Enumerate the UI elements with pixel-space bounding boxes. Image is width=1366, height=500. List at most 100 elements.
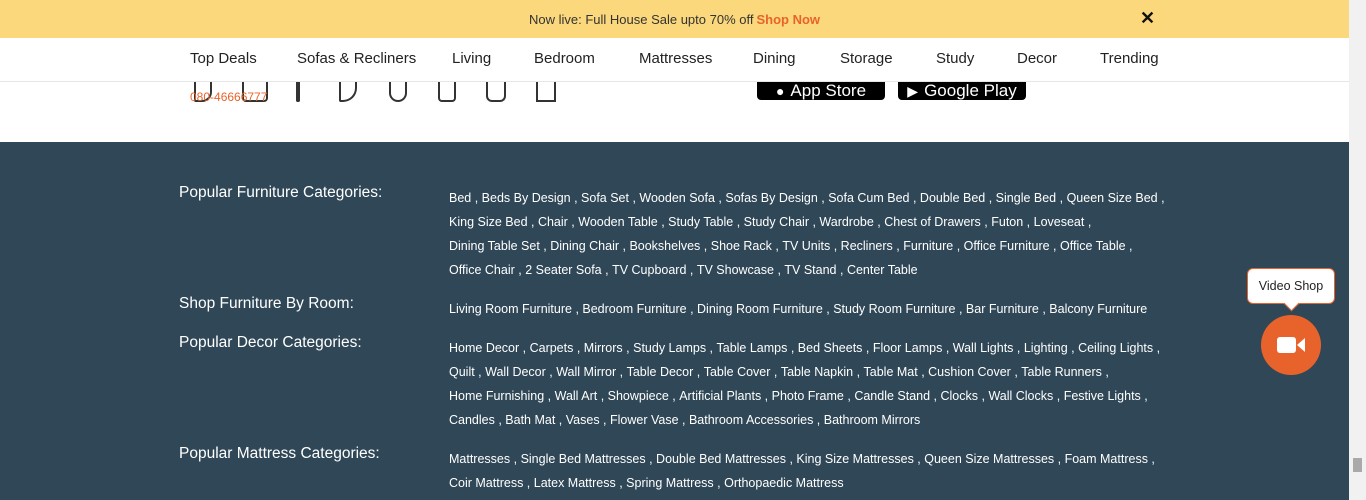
footer-link[interactable]: 2 Seater Sofa xyxy=(525,263,601,277)
footer-link[interactable]: Study Room Furniture xyxy=(833,302,955,316)
footer-link[interactable]: Candles xyxy=(449,413,495,427)
scrollbar-thumb[interactable] xyxy=(1353,458,1362,472)
footer-link[interactable]: Vases xyxy=(566,413,600,427)
footer-link[interactable]: Mattresses xyxy=(449,452,510,466)
footer-link[interactable]: Office Table xyxy=(1060,239,1126,253)
footer-link[interactable]: King Size Mattresses xyxy=(796,452,913,466)
footer-link[interactable]: Study Lamps xyxy=(633,341,706,355)
footer-link[interactable]: Single Bed Mattresses xyxy=(521,452,646,466)
video-shop-tooltip[interactable]: Video Shop xyxy=(1247,268,1335,304)
youtube-icon[interactable] xyxy=(438,82,456,102)
footer-link[interactable]: Queen Size Bed xyxy=(1067,191,1158,205)
nav-item-top-deals[interactable]: Top Deals xyxy=(190,50,257,67)
footer-link[interactable]: Sofa Set xyxy=(581,191,629,205)
footer-link[interactable]: Wooden Sofa xyxy=(639,191,715,205)
footer-link[interactable]: Dining Table Set xyxy=(449,239,540,253)
footer-link[interactable]: King Size Bed xyxy=(449,215,528,229)
page-scrollbar[interactable] xyxy=(1349,0,1366,500)
footer-link[interactable]: TV Units xyxy=(782,239,830,253)
footer-link[interactable]: TV Cupboard xyxy=(612,263,686,277)
footer-link[interactable]: Chair xyxy=(538,215,568,229)
footer-link[interactable]: Latex Mattress xyxy=(534,476,616,490)
footer-link[interactable]: Double Bed xyxy=(920,191,985,205)
footer-link[interactable]: TV Showcase xyxy=(697,263,774,277)
footer-link[interactable]: Table Cover xyxy=(704,365,771,379)
footer-link[interactable]: Showpiece xyxy=(608,389,669,403)
footer-link[interactable]: Queen Size Mattresses xyxy=(924,452,1054,466)
footer-link[interactable]: Flower Vase xyxy=(610,413,679,427)
footer-link[interactable]: Artificial Plants xyxy=(679,389,761,403)
video-shop-button[interactable] xyxy=(1261,315,1321,375)
footer-link[interactable]: Sofa Cum Bed xyxy=(828,191,909,205)
footer-link[interactable]: Ceiling Lights xyxy=(1078,341,1153,355)
footer-link[interactable]: Clocks xyxy=(941,389,979,403)
footer-link[interactable]: Office Furniture xyxy=(964,239,1050,253)
google-play-button[interactable]: ▶ Google Play xyxy=(898,82,1026,100)
footer-link[interactable]: Spring Mattress xyxy=(626,476,714,490)
nav-item-living[interactable]: Living xyxy=(452,50,491,67)
footer-link[interactable]: Foam Mattress xyxy=(1065,452,1148,466)
footer-link[interactable]: Dining Chair xyxy=(550,239,619,253)
footer-link[interactable]: Wardrobe xyxy=(819,215,873,229)
footer-link[interactable]: Recliners xyxy=(841,239,893,253)
nav-item-storage[interactable]: Storage xyxy=(840,50,893,67)
footer-link[interactable]: Wall Decor xyxy=(485,365,546,379)
footer-link[interactable]: Table Runners xyxy=(1021,365,1102,379)
footer-link[interactable]: Loveseat xyxy=(1034,215,1085,229)
facebook-icon[interactable] xyxy=(296,82,300,102)
footer-link[interactable]: Double Bed Mattresses xyxy=(656,452,786,466)
nav-item-decor[interactable]: Decor xyxy=(1017,50,1057,67)
nav-item-trending[interactable]: Trending xyxy=(1100,50,1159,67)
instagram-icon[interactable] xyxy=(486,82,506,102)
footer-link[interactable]: Wall Clocks xyxy=(988,389,1053,403)
footer-link[interactable]: Carpets xyxy=(530,341,574,355)
footer-link[interactable]: Office Chair xyxy=(449,263,515,277)
footer-link[interactable]: Balcony Furniture xyxy=(1049,302,1147,316)
footer-link[interactable]: Chest of Drawers xyxy=(884,215,981,229)
footer-link[interactable]: Bathroom Accessories xyxy=(689,413,813,427)
linkedin-icon[interactable] xyxy=(536,82,556,102)
footer-link[interactable]: Wall Art xyxy=(555,389,598,403)
footer-link[interactable]: Photo Frame xyxy=(772,389,844,403)
footer-link[interactable]: Lighting xyxy=(1024,341,1068,355)
footer-link[interactable]: Table Mat xyxy=(864,365,918,379)
footer-link[interactable]: Futon xyxy=(991,215,1023,229)
footer-link[interactable]: Table Napkin xyxy=(781,365,853,379)
footer-link[interactable]: Bath Mat xyxy=(505,413,555,427)
footer-link[interactable]: Sofas By Design xyxy=(725,191,817,205)
footer-link[interactable]: Candle Stand xyxy=(854,389,930,403)
nav-item-dining[interactable]: Dining xyxy=(753,50,796,67)
footer-link[interactable]: Table Decor xyxy=(627,365,694,379)
footer-link[interactable]: Study Chair xyxy=(744,215,809,229)
app-store-button[interactable]: ● App Store xyxy=(757,82,885,100)
footer-link[interactable]: Coir Mattress xyxy=(449,476,523,490)
footer-link[interactable]: Furniture xyxy=(903,239,953,253)
footer-link[interactable]: Shoe Rack xyxy=(711,239,772,253)
footer-link[interactable]: Bedroom Furniture xyxy=(582,302,686,316)
footer-link[interactable]: TV Stand xyxy=(784,263,836,277)
footer-link[interactable]: Bookshelves xyxy=(629,239,700,253)
footer-link[interactable]: Wall Lights xyxy=(953,341,1014,355)
footer-link[interactable]: Dining Room Furniture xyxy=(697,302,823,316)
footer-link[interactable]: Beds By Design xyxy=(482,191,571,205)
footer-link[interactable]: Study Table xyxy=(668,215,733,229)
footer-link[interactable]: Wall Mirror xyxy=(556,365,616,379)
footer-link[interactable]: Bed Sheets xyxy=(798,341,863,355)
footer-link[interactable]: Mirrors xyxy=(584,341,623,355)
footer-link[interactable]: Single Bed xyxy=(996,191,1056,205)
footer-link[interactable]: Festive Lights xyxy=(1064,389,1141,403)
footer-link[interactable]: Quilt xyxy=(449,365,475,379)
phone-number[interactable]: 080-46666777 xyxy=(190,90,267,104)
footer-link[interactable]: Wooden Table xyxy=(578,215,657,229)
pinterest-icon[interactable] xyxy=(389,82,407,102)
footer-link[interactable]: Table Lamps xyxy=(717,341,788,355)
shop-now-link[interactable]: Shop Now xyxy=(756,12,820,27)
nav-item-study[interactable]: Study xyxy=(936,50,974,67)
footer-link[interactable]: Orthopaedic Mattress xyxy=(724,476,844,490)
close-icon[interactable]: ✕ xyxy=(1140,9,1155,27)
nav-item-mattresses[interactable]: Mattresses xyxy=(639,50,712,67)
twitter-icon[interactable] xyxy=(339,82,357,102)
nav-item-sofas-recliners[interactable]: Sofas & Recliners xyxy=(297,50,416,67)
footer-link[interactable]: Home Decor xyxy=(449,341,519,355)
footer-link[interactable]: Bar Furniture xyxy=(966,302,1039,316)
